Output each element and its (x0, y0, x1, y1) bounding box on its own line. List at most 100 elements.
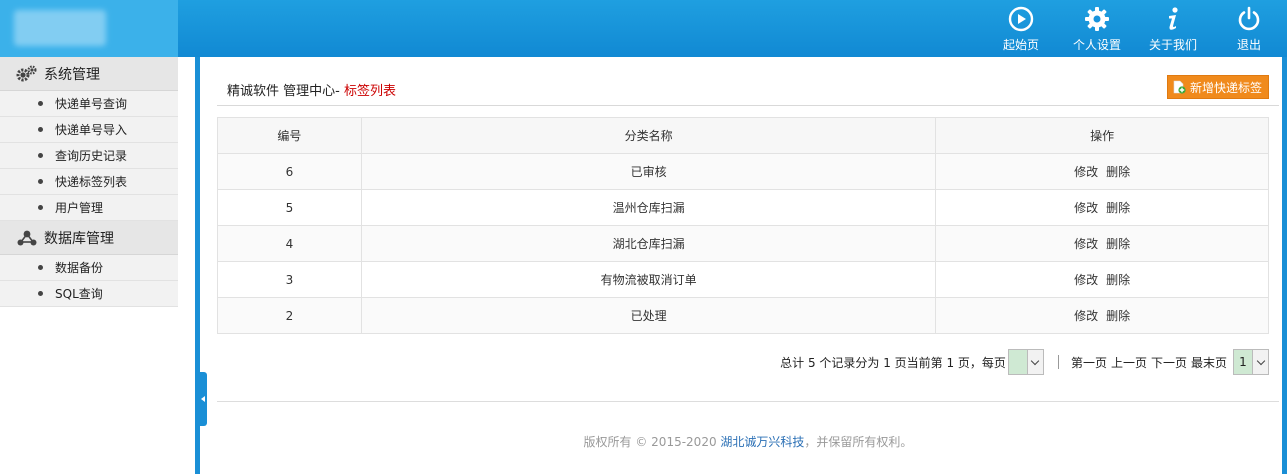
first-page-link[interactable]: 第一页 (1071, 354, 1107, 371)
cell-actions: 修改 删除 (935, 153, 1269, 190)
cell-id: 2 (217, 297, 362, 334)
nav-about[interactable]: 关于我们 (1135, 0, 1211, 57)
bullet-icon (38, 127, 43, 132)
bullet-icon (38, 205, 43, 210)
sidebar-item-query-history[interactable]: 查询历史记录 (0, 143, 178, 169)
edit-link[interactable]: 修改 (1074, 309, 1098, 323)
footer: 版权所有 © 2015-2020 湖北诚万兴科技，并保留所有权利。 (217, 433, 1279, 450)
page-title-current: 标签列表 (343, 84, 396, 99)
cell-name: 温州仓库扫漏 (360, 189, 937, 226)
bullet-icon (38, 101, 43, 106)
nav-home[interactable]: 起始页 (983, 0, 1059, 57)
sidebar-item-tracking-query[interactable]: 快递单号查询 (0, 91, 178, 117)
footer-company-link[interactable]: 湖北诚万兴科技 (720, 435, 804, 449)
sidebar: 系统管理 快递单号查询 快递单号导入 查询历史记录 快递标签列表 用户管理 数据… (0, 57, 178, 474)
add-tag-button-label: 新增快递标签 (1189, 80, 1262, 95)
cell-name: 有物流被取消订单 (360, 261, 937, 298)
bullet-icon (38, 153, 43, 158)
sidebar-item-tracking-import[interactable]: 快递单号导入 (0, 117, 178, 143)
delete-link[interactable]: 删除 (1106, 237, 1130, 251)
sidebar-item-label: 用户管理 (55, 201, 104, 215)
right-edge-bar (1282, 57, 1287, 474)
play-icon (1008, 6, 1034, 32)
edit-link[interactable]: 修改 (1074, 237, 1098, 251)
bullet-icon (38, 265, 43, 270)
gears-icon (16, 64, 37, 81)
cell-actions: 修改 删除 (935, 261, 1269, 298)
add-document-icon (1173, 80, 1186, 94)
nav-home-label: 起始页 (1002, 38, 1039, 52)
page-select[interactable]: 1 (1233, 349, 1269, 375)
arrow-left-icon (201, 396, 205, 402)
collapse-sidebar-button[interactable] (199, 372, 207, 426)
chevron-down-icon (1026, 350, 1043, 374)
page-title: 精诚软件 管理中心- 标签列表 (227, 80, 396, 99)
sidebar-section-title: 数据库管理 (44, 230, 114, 247)
sidebar-item-label: 快递标签列表 (55, 175, 128, 189)
cell-id: 6 (217, 153, 362, 190)
sidebar-item-label: 快递单号导入 (55, 123, 128, 137)
footer-copyright: 版权所有 © 2015-2020 (583, 435, 721, 449)
logo (0, 0, 178, 57)
pagination-divider (1057, 355, 1059, 369)
page-select-value: 1 (1234, 350, 1252, 374)
sidebar-item-label: 数据备份 (55, 261, 104, 275)
info-icon (1169, 7, 1178, 30)
cell-actions: 修改 删除 (935, 225, 1269, 262)
page-title-prefix: 精诚软件 管理中心- (227, 84, 344, 99)
cell-name: 已审核 (360, 153, 937, 190)
delete-link[interactable]: 删除 (1106, 309, 1130, 323)
nav-settings-label: 个人设置 (1072, 38, 1121, 52)
top-nav: 起始页 个人设置 关于我们 退出 (983, 0, 1287, 57)
table-row: 3 有物流被取消订单 修改 删除 (217, 261, 1269, 298)
sidebar-section-system[interactable]: 系统管理 (0, 57, 178, 91)
sidebar-item-label: 快递单号查询 (55, 97, 128, 111)
prev-page-link[interactable]: 上一页 (1111, 354, 1147, 371)
sidebar-item-label: 查询历史记录 (55, 149, 128, 163)
cell-id: 3 (217, 261, 362, 298)
column-header-actions: 操作 (935, 117, 1269, 154)
nav-logout[interactable]: 退出 (1211, 0, 1287, 57)
column-header-id: 编号 (217, 117, 362, 154)
next-page-link[interactable]: 下一页 (1151, 354, 1187, 371)
sidebar-item-user-management[interactable]: 用户管理 (0, 195, 178, 221)
cell-actions: 修改 删除 (935, 189, 1269, 226)
bullet-icon (38, 179, 43, 184)
tag-table: 编号 分类名称 操作 6 已审核 修改 删除 5 温州仓库扫漏 修改 删除 4 湖北… (217, 117, 1269, 334)
column-header-name: 分类名称 (360, 117, 937, 154)
delete-link[interactable]: 删除 (1106, 165, 1130, 179)
sidebar-item-sql-query[interactable]: SQL查询 (0, 281, 178, 307)
table-header-row: 编号 分类名称 操作 (217, 117, 1269, 154)
cell-id: 5 (217, 189, 362, 226)
table-row: 2 已处理 修改 删除 (217, 297, 1269, 334)
gear-icon (1085, 7, 1109, 31)
sidebar-item-tag-list[interactable]: 快递标签列表 (0, 169, 178, 195)
pagination: 总计 5 个记录分为 1 页当前第 1 页，每页 第一页 上一页 下一页 最末页… (217, 349, 1269, 375)
title-row: 精诚软件 管理中心- 标签列表 新增快递标签 (217, 74, 1279, 106)
nav-about-label: 关于我们 (1148, 38, 1197, 52)
add-tag-button[interactable]: 新增快递标签 (1166, 75, 1269, 99)
sidebar-section-database[interactable]: 数据库管理 (0, 221, 178, 255)
edit-link[interactable]: 修改 (1074, 165, 1098, 179)
pagination-summary: 总计 5 个记录分为 1 页当前第 1 页，每页 (780, 355, 1006, 370)
cell-name: 湖北仓库扫漏 (360, 225, 937, 262)
table-row: 5 温州仓库扫漏 修改 删除 (217, 189, 1269, 226)
last-page-link[interactable]: 最末页 (1191, 354, 1227, 371)
sidebar-item-label: SQL查询 (55, 287, 103, 301)
chevron-down-icon (1252, 350, 1268, 374)
share-nodes-icon (17, 230, 37, 245)
table-row: 6 已审核 修改 删除 (217, 153, 1269, 190)
nav-logout-label: 退出 (1236, 38, 1261, 52)
delete-link[interactable]: 删除 (1106, 201, 1130, 215)
per-page-select[interactable] (1007, 349, 1044, 375)
cell-id: 4 (217, 225, 362, 262)
delete-link[interactable]: 删除 (1106, 273, 1130, 287)
nav-settings[interactable]: 个人设置 (1059, 0, 1135, 57)
cell-name: 已处理 (360, 297, 937, 334)
edit-link[interactable]: 修改 (1074, 201, 1098, 215)
top-header: 起始页 个人设置 关于我们 退出 (0, 0, 1287, 57)
sidebar-section-title: 系统管理 (44, 66, 100, 83)
sidebar-item-backup[interactable]: 数据备份 (0, 255, 178, 281)
footer-rights: ，并保留所有权利。 (804, 435, 913, 449)
edit-link[interactable]: 修改 (1074, 273, 1098, 287)
